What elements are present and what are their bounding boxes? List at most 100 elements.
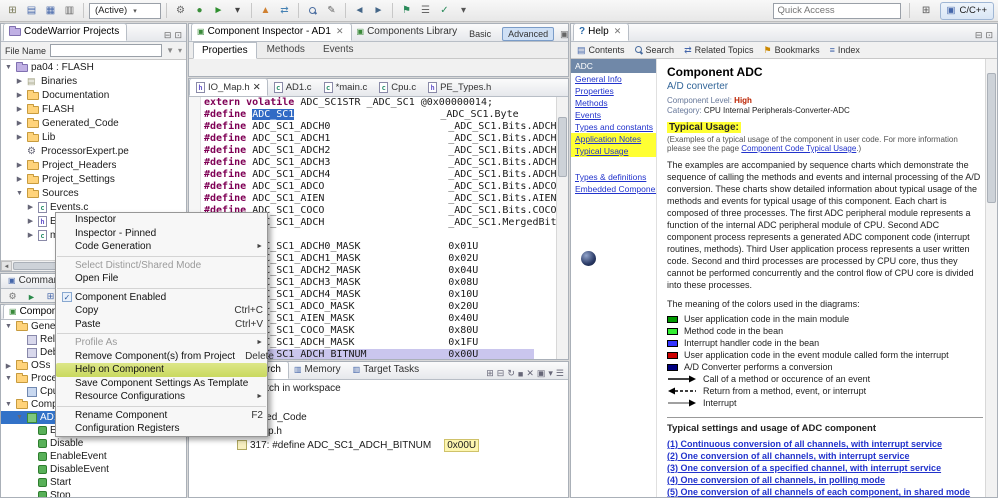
filter-menu-icon[interactable]: ▾ [178, 46, 182, 55]
menu-item-inspector-pinned[interactable]: Inspector - Pinned [56, 227, 267, 241]
menu-item-open-file[interactable]: Open File [56, 272, 267, 286]
connect-icon[interactable]: ⇄ [276, 2, 293, 19]
help-nav-types-and-constants[interactable]: Types and constants [571, 121, 656, 133]
menu-item-code-generation[interactable]: Code Generation► [56, 240, 267, 254]
quick-access-input[interactable] [773, 3, 901, 19]
expand-icon[interactable]: ▶ [15, 175, 24, 183]
expand-icon[interactable]: ▶ [4, 362, 13, 370]
component-tree-item[interactable]: EnableEvent [1, 450, 186, 463]
help-nav-embedded-components[interactable]: Embedded Components [571, 183, 656, 195]
menu-item-help-on-component[interactable]: Help on Component [56, 363, 267, 377]
project-tree-item[interactable]: ▼pa04 : FLASH [1, 60, 186, 74]
menu-item-inspector[interactable]: Inspector [56, 213, 267, 227]
run-dropdown-icon[interactable]: ▾ [229, 2, 246, 19]
mode-advanced-button[interactable]: Advanced [502, 27, 554, 41]
help-vscrollbar[interactable] [985, 59, 997, 497]
editor-tab[interactable]: cCpu.c [373, 78, 422, 96]
tab-events[interactable]: Events [315, 42, 362, 59]
open-perspective-icon[interactable]: ⊞ [918, 2, 935, 19]
help-toolbar-search[interactable]: Search [635, 45, 675, 55]
active-config-dropdown[interactable]: (Active)▾ [89, 3, 161, 19]
close-icon[interactable]: ✕ [336, 26, 344, 37]
pin-icon[interactable]: ▣ [537, 368, 546, 379]
menu-extra-icon[interactable]: ▾ [455, 2, 472, 19]
editor-tab[interactable]: hIO_Map.h✕ [189, 78, 268, 96]
cpp-perspective-button[interactable]: ▣ C/C++ [940, 2, 994, 20]
collapse-icon[interactable]: ▼ [15, 414, 24, 421]
build-icon[interactable]: ⚙ [172, 2, 189, 19]
help-toolbar-index[interactable]: ≡Index [830, 45, 860, 55]
expand-icon[interactable]: ▶ [15, 105, 24, 113]
commander-gear-icon[interactable]: ⚙ [5, 290, 20, 303]
minimize-icon[interactable]: ⊟ [164, 30, 172, 41]
refresh-icon[interactable]: ↻ [507, 368, 515, 379]
help-nav-application-notes[interactable]: Application Notes [571, 133, 656, 145]
menu-item-select-distinct-shared-mode[interactable]: Select Distinct/Shared Mode [56, 259, 267, 273]
expand-icon[interactable]: ▶ [15, 77, 24, 85]
new-icon[interactable]: ⊞ [4, 2, 21, 19]
back-icon[interactable]: ◄ [351, 2, 368, 19]
expand-icon[interactable]: ▶ [15, 91, 24, 99]
component-tree-item[interactable]: Start [1, 476, 186, 489]
minimize-icon[interactable]: ⊟ [975, 30, 983, 41]
help-nav-typical-usage[interactable]: Typical Usage [571, 145, 656, 157]
menu-item-component-enabled[interactable]: ✓Component Enabled [56, 291, 267, 305]
menu-item-rename-component[interactable]: Rename ComponentF2 [56, 409, 267, 423]
expand-icon[interactable]: ▶ [15, 119, 24, 127]
expand-icon[interactable]: ▶ [26, 203, 35, 211]
close-icon[interactable]: ✕ [253, 82, 261, 93]
help-toolbar-contents[interactable]: ▤Contents [577, 45, 625, 56]
menu-item-configuration-registers[interactable]: Configuration Registers [56, 422, 267, 436]
flag-icon[interactable]: ⚑ [398, 2, 415, 19]
debug-icon[interactable]: ● [191, 2, 208, 19]
menu-item-resource-configurations[interactable]: Resource Configurations► [56, 390, 267, 404]
menu-item-save-component-settings-as-template[interactable]: Save Component Settings As Template [56, 377, 267, 391]
pin-icon[interactable]: ▣ [560, 29, 569, 40]
menu-item-paste[interactable]: PasteCtrl+V [56, 318, 267, 332]
maximize-icon[interactable]: ⊡ [985, 30, 993, 41]
expand-icon[interactable]: ▶ [15, 161, 24, 169]
setting-link[interactable]: (4) One conversion of all channels, in p… [667, 475, 983, 485]
help-nav-general-info[interactable]: General Info [571, 73, 656, 85]
typical-usage-link[interactable]: Component Code Typical Usage [741, 144, 856, 153]
collapse-icon[interactable]: ▼ [4, 64, 13, 71]
menu-item-copy[interactable]: CopyCtrl+C [56, 304, 267, 318]
project-tree-item[interactable]: ▶Project_Settings [1, 172, 186, 186]
help-nav-types-definitions[interactable]: Types & definitions [571, 171, 656, 183]
collapse-all-icon[interactable]: ⊟ [497, 368, 505, 379]
filter-funnel-icon[interactable]: ▼ [166, 46, 174, 55]
editor-tab[interactable]: cAD1.c [268, 78, 318, 96]
save-all-icon[interactable]: ▦ [42, 2, 59, 19]
maximize-icon[interactable]: ⊡ [174, 30, 182, 41]
setting-link[interactable]: (1) Continuous conversion of all channel… [667, 439, 983, 449]
expand-icon[interactable]: ▶ [15, 133, 24, 141]
editor-tab[interactable]: c*main.c [318, 78, 374, 96]
menu-item-remove-component-s-from-project[interactable]: Remove Component(s) from ProjectDelete [56, 350, 267, 364]
scroll-left-icon[interactable]: ◄ [1, 261, 12, 271]
expand-icon[interactable]: ▶ [26, 231, 35, 239]
help-nav-events[interactable]: Events [571, 109, 656, 121]
flash-programmer-icon[interactable]: ▲ [257, 2, 274, 19]
component-tree-item[interactable]: Disable [1, 437, 186, 450]
menu-item-profile-as[interactable]: Profile As► [56, 336, 267, 350]
tab-memory[interactable]: ▥Memory [289, 362, 348, 379]
close-icon[interactable]: ✕ [614, 26, 622, 37]
view-menu-icon[interactable]: ☰ [556, 368, 564, 379]
forward-icon[interactable]: ► [370, 2, 387, 19]
collapse-icon[interactable]: ▼ [4, 323, 13, 330]
editor-tab[interactable]: hPE_Types.h [422, 78, 497, 96]
tab-components-library[interactable]: ▣Components Library [352, 23, 465, 41]
expand-all-icon[interactable]: ⊞ [486, 368, 494, 379]
tab-component-inspector[interactable]: ▣Component Inspector - AD1✕ [191, 23, 352, 41]
collapse-icon[interactable]: ▼ [4, 375, 13, 382]
history-icon[interactable]: ▾ [548, 368, 553, 379]
help-toolbar-related-topics[interactable]: ⇄Related Topics [684, 45, 753, 56]
help-nav-properties[interactable]: Properties [571, 85, 656, 97]
help-nav-methods[interactable]: Methods [571, 97, 656, 109]
project-tree-item[interactable]: ▼Sources [1, 186, 186, 200]
file-name-filter-input[interactable] [50, 44, 162, 57]
commander-run-icon[interactable]: ► [24, 290, 39, 303]
tab-codewarrior-projects[interactable]: CodeWarrior Projects [3, 23, 127, 41]
editor-vscrollbar[interactable] [556, 97, 568, 359]
tab-target-tasks[interactable]: ▥Target Tasks [348, 362, 427, 379]
